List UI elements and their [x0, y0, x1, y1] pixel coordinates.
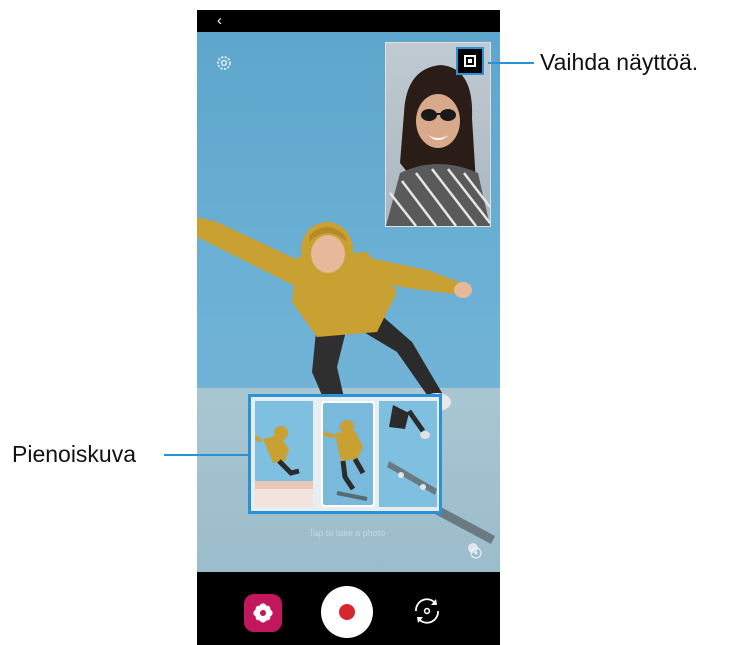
status-bar: ‹: [197, 10, 500, 32]
skateboard-image: [435, 506, 495, 553]
thumbnail-2[interactable]: [321, 401, 375, 507]
thumbnail-1-image: [255, 426, 313, 507]
thumbnail-3-image: [387, 405, 437, 495]
thumbnail-3[interactable]: [379, 401, 437, 507]
hint-text: Tap to take a photo: [308, 528, 386, 538]
thumbnail-strip[interactable]: [248, 394, 442, 514]
rotate-icon[interactable]: [469, 546, 483, 560]
thumbnail-label: Pienoiskuva: [12, 441, 137, 467]
rotate-camera-icon[interactable]: [410, 594, 444, 628]
record-button[interactable]: [321, 586, 373, 638]
thumbnail-callout-line: [164, 454, 248, 456]
thumbnail-1[interactable]: [255, 401, 313, 507]
effects-button[interactable]: [244, 594, 282, 632]
screen-swap-dot: [468, 59, 472, 63]
camera-controls: [197, 572, 500, 645]
switch-screen-button[interactable]: [456, 47, 484, 75]
phone-screen: ‹ Tap to take a photo: [197, 10, 500, 645]
back-arrow-icon[interactable]: ‹: [217, 12, 222, 30]
front-camera-pip[interactable]: [385, 42, 491, 227]
gear-icon[interactable]: [215, 54, 233, 72]
thumbnail-2-image: [323, 420, 368, 501]
switch-screen-label: Vaihda näyttöä.: [540, 49, 699, 75]
record-dot-icon: [339, 604, 355, 620]
flower-icon: [253, 603, 273, 623]
switch-screen-callout-line: [488, 62, 534, 64]
